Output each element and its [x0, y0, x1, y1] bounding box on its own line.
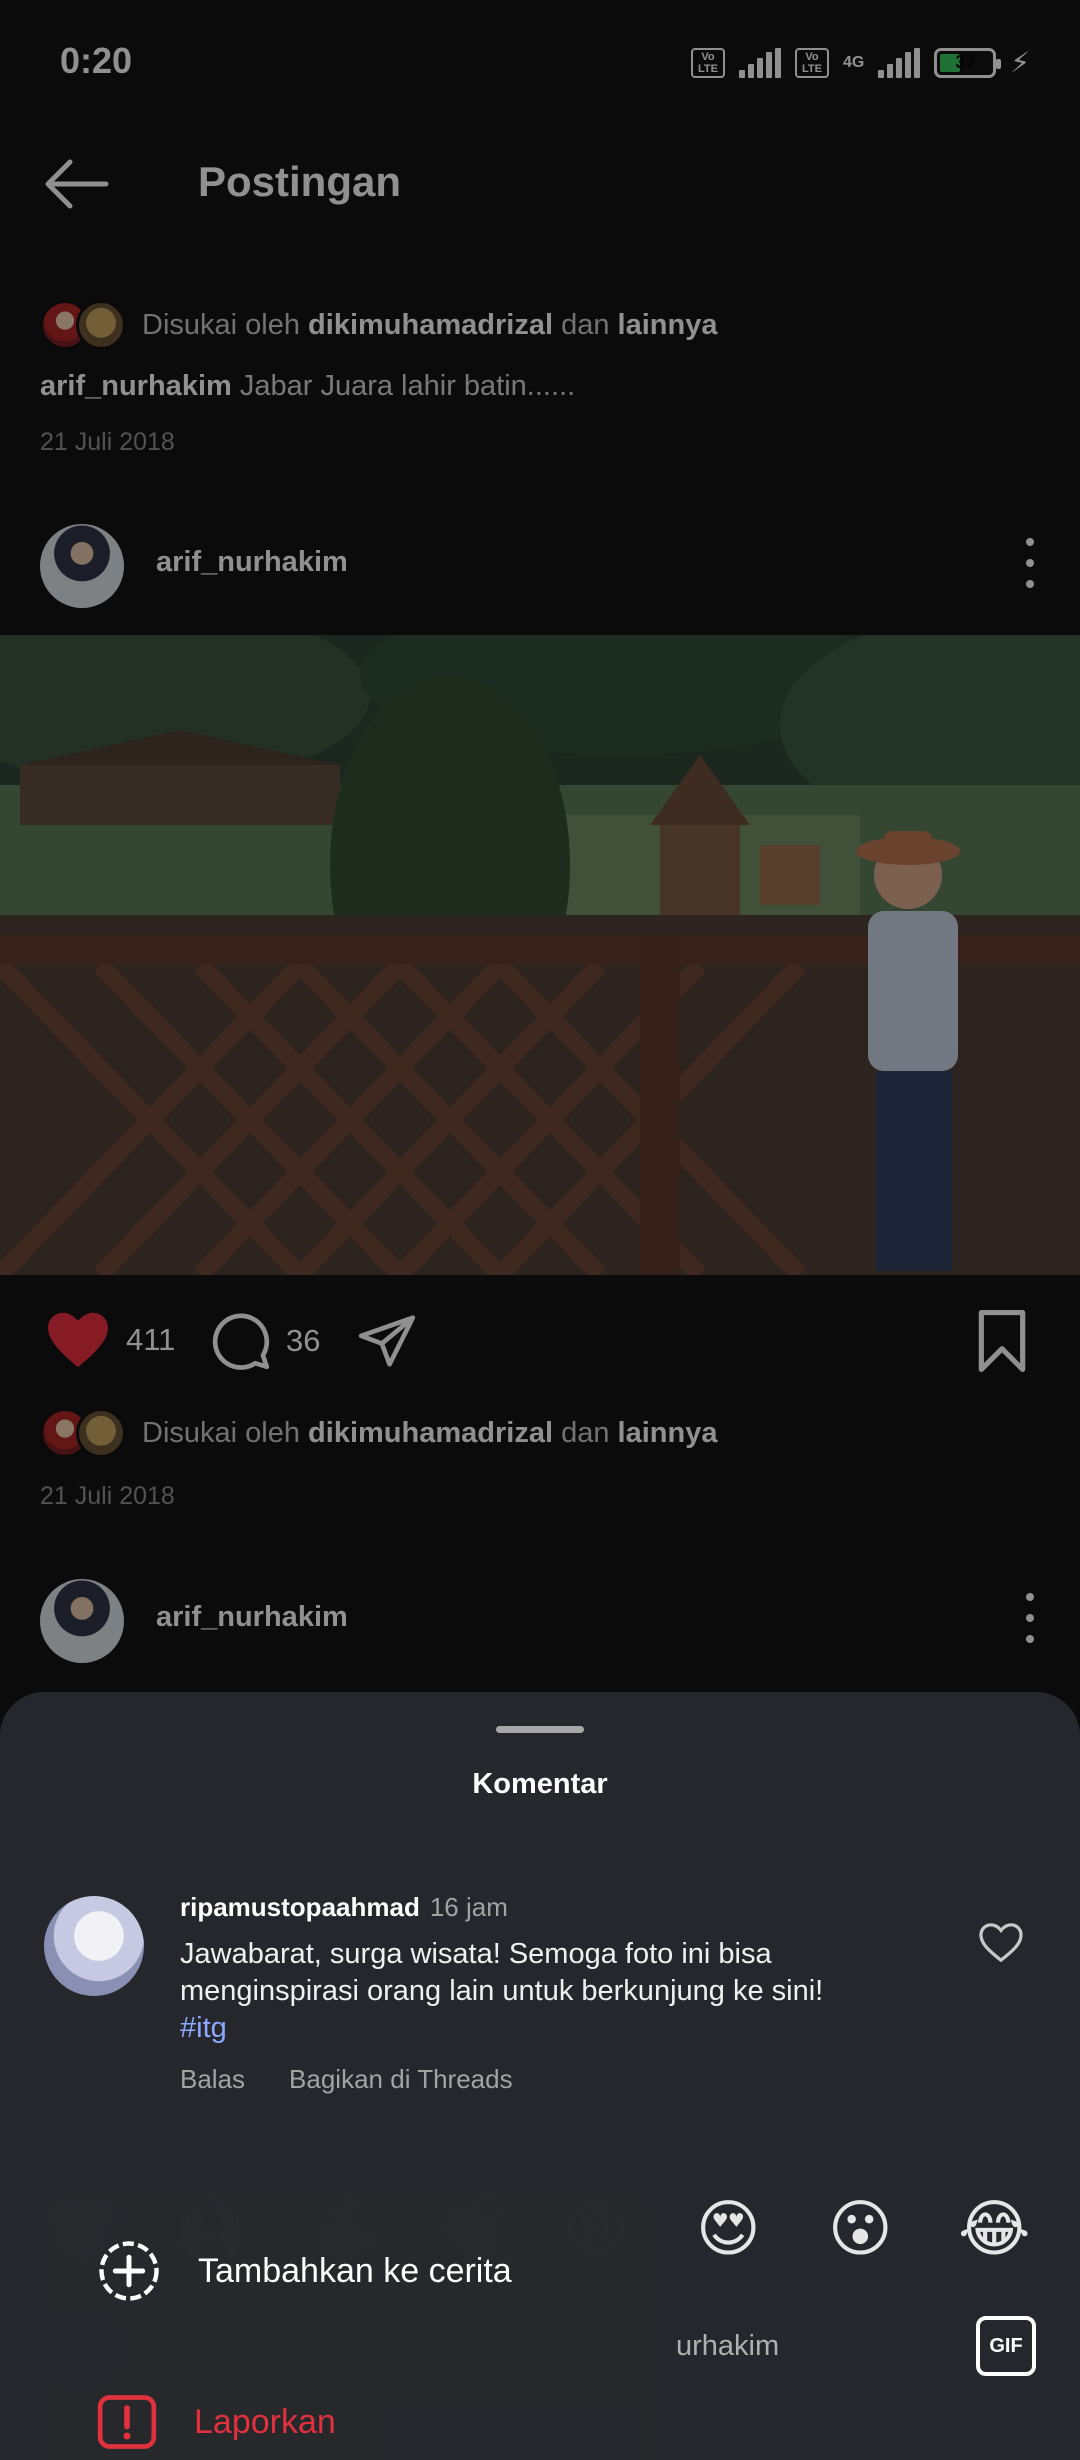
add-to-story-button[interactable]: Tambahkan ke cerita	[96, 2238, 512, 2304]
prev-post-date: 21 Juli 2018	[40, 428, 175, 456]
prev-liked-by[interactable]: Disukai oleh dikimuhamadrizal dan lainny…	[40, 300, 717, 350]
liked-by-text: Disukai oleh dikimuhamadrizal dan lainny…	[142, 308, 718, 341]
page-title: Postingan	[198, 158, 402, 205]
save-action[interactable]	[976, 1310, 1028, 1372]
add-to-story-label: Tambahkan ke cerita	[198, 2251, 512, 2290]
network-type: 4G	[842, 53, 865, 71]
share-action[interactable]	[356, 1310, 418, 1372]
liked-by-text: Disukai oleh dikimuhamadrizal dan lainny…	[142, 1416, 718, 1449]
commenter-avatar[interactable]	[44, 1896, 144, 1996]
prev-caption: arif_nurhakim Jabar Juara lahir batin...…	[40, 370, 576, 402]
charging-icon: ⚡	[1010, 47, 1030, 78]
status-time: 0:20	[60, 40, 133, 81]
comment-icon[interactable]	[210, 1310, 272, 1372]
post-date: 21 Juli 2018	[40, 1482, 175, 1510]
emoji-tears-of-joy[interactable]: 😂	[958, 2190, 1030, 2270]
avatar[interactable]	[40, 524, 124, 608]
back-arrow-icon[interactable]	[40, 154, 112, 214]
post-actions: 411 36	[0, 1300, 1080, 1390]
reply-button[interactable]: Balas	[180, 2064, 245, 2095]
battery-icon: 37	[934, 47, 1002, 78]
comment-time: 16 jam	[429, 1892, 508, 1922]
comment-action[interactable]: 36	[210, 1310, 320, 1372]
liker-avatar	[76, 300, 126, 350]
post-username[interactable]: arif_nurhakim	[156, 1601, 348, 1634]
battery-level: 37	[955, 52, 976, 72]
like-count: 411	[126, 1322, 176, 1357]
comment-count: 36	[286, 1323, 321, 1358]
commenter-username[interactable]: ripamustopaahmad	[180, 1892, 420, 1922]
volte-icon: Vo LTE	[690, 47, 725, 78]
send-icon[interactable]	[356, 1310, 418, 1372]
liked-by[interactable]: Disukai oleh dikimuhamadrizal dan lainny…	[40, 1408, 717, 1458]
comment-heart-icon[interactable]	[978, 1922, 1024, 1964]
more-options-icon[interactable]	[1020, 1593, 1040, 1643]
comment-input[interactable]: urhakim	[676, 2330, 779, 2363]
hashtag-link[interactable]: #itg	[180, 2012, 227, 2044]
liker-avatar	[76, 1408, 126, 1458]
bookmark-icon[interactable]	[976, 1310, 1028, 1372]
signal-icon-2	[878, 47, 921, 78]
drag-handle[interactable]	[496, 1726, 584, 1733]
volte-icon-2: Vo LTE	[794, 47, 829, 78]
comment-text: Jawabarat, surga wisata! Semoga foto ini…	[180, 1938, 824, 2044]
add-story-icon	[99, 2241, 159, 2301]
post-photo[interactable]	[0, 635, 1080, 1275]
share-threads-button[interactable]: Bagikan di Threads	[289, 2064, 513, 2095]
report-label: Laporkan	[194, 2402, 336, 2441]
signal-icon	[738, 47, 781, 78]
post-header: arif_nurhakim	[0, 508, 1080, 618]
status-icons: Vo LTE Vo LTE 4G 37 ⚡	[690, 46, 1030, 79]
report-icon	[97, 2395, 157, 2449]
comment-header: ripamustopaahmad 16 jam	[180, 1892, 508, 1923]
heart-filled-icon[interactable]	[44, 1310, 112, 1370]
like-action[interactable]: 411	[44, 1310, 175, 1370]
post-username[interactable]: arif_nurhakim	[156, 546, 348, 579]
top-app-bar: Postingan	[0, 130, 1080, 240]
comment-actions: Balas Bagikan di Threads	[180, 2064, 513, 2095]
avatar[interactable]	[40, 1579, 124, 1663]
sheet-title: Komentar	[472, 1768, 608, 1800]
emoji-surprised[interactable]: 😮	[828, 2190, 893, 2270]
more-options-icon[interactable]	[1020, 538, 1040, 588]
emoji-heart-eyes[interactable]: 😍	[696, 2190, 761, 2270]
gif-button[interactable]: GIF	[976, 2316, 1036, 2376]
next-post-header: arif_nurhakim	[0, 1563, 1080, 1673]
report-button[interactable]: Laporkan	[96, 2394, 336, 2450]
status-bar: 0:20 Vo LTE Vo LTE 4G 37 ⚡	[0, 0, 1080, 130]
context-menu: Tambahkan ke cerita Laporkan	[36, 2188, 656, 2460]
